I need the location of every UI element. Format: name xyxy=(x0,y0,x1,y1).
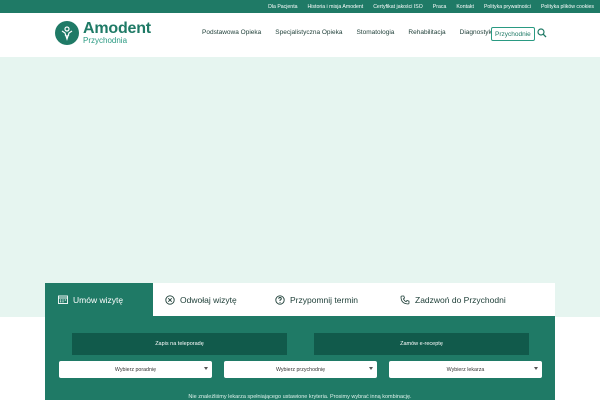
main-nav: Podstawowa Opieka Specjalistyczna Opieka… xyxy=(202,29,509,36)
nav-item-podstawowa-opieka[interactable]: Podstawowa Opieka xyxy=(202,29,261,36)
site-logo[interactable]: Amodent Przychodnia xyxy=(55,21,151,45)
tab-umow-wizyte[interactable]: Umów wizytę xyxy=(45,283,153,316)
poradnia-select[interactable]: Wybierz poradnię xyxy=(59,361,212,378)
hero-banner xyxy=(0,57,600,317)
tab-label: Odwołaj wizytę xyxy=(180,294,237,305)
search-icon[interactable] xyxy=(537,28,547,38)
phone-icon xyxy=(400,295,410,304)
logo-subtitle: Przychodnia xyxy=(83,36,128,45)
appointment-panel: Zapis na teleporadę Zamów e-receptę Wybi… xyxy=(45,316,555,400)
select-value: Wybierz przychodnię xyxy=(275,366,326,373)
tab-zadzwon[interactable]: Zadzwoń do Przychodni xyxy=(398,283,506,316)
lekarz-select[interactable]: Wybierz lekarza xyxy=(389,361,542,378)
erecepta-button[interactable]: Zamów e-receptę xyxy=(314,333,529,355)
question-circle-icon xyxy=(275,294,285,305)
select-value: Wybierz poradnię xyxy=(114,366,157,373)
teleporada-button[interactable]: Zapis na teleporadę xyxy=(72,333,287,355)
tab-label: Umów wizytę xyxy=(73,294,124,305)
tab-odwolaj-wizyte[interactable]: Odwołaj wizytę xyxy=(153,283,271,316)
przychodnie-button[interactable]: Przychodnie xyxy=(491,27,535,41)
chevron-down-icon xyxy=(204,367,208,370)
nav-item-stomatologia[interactable]: Stomatologia xyxy=(356,29,394,36)
no-results-notice: Nie znaleźliśmy lekarza spełniającego us… xyxy=(188,394,412,400)
chevron-down-icon xyxy=(369,367,373,370)
topbar-link-polityka-prywatnosci[interactable]: Polityka prywatności xyxy=(484,4,531,10)
topbar-link-praca[interactable]: Praca xyxy=(433,4,447,10)
site-header: Amodent Przychodnia Podstawowa Opieka Sp… xyxy=(0,13,600,57)
logo-mark-icon xyxy=(55,21,79,45)
cancel-circle-icon xyxy=(165,294,175,305)
appointment-tabs: Umów wizytę Odwołaj wizytę Przypomnij te… xyxy=(45,283,555,316)
tab-label: Przypomnij termin xyxy=(290,294,359,305)
przychodnia-select[interactable]: Wybierz przychodnię xyxy=(224,361,377,378)
topbar-link-certyfikat[interactable]: Certyfikat jakości ISO xyxy=(373,4,423,10)
logo-title: Amodent xyxy=(83,20,151,37)
topbar-link-historia[interactable]: Historia i misja Amodent xyxy=(308,4,364,10)
select-value: Wybierz lekarza xyxy=(446,366,485,373)
tab-label: Zadzwoń do Przychodni xyxy=(415,294,506,305)
topbar-link-kontakt[interactable]: Kontakt xyxy=(456,4,474,10)
chevron-down-icon xyxy=(534,367,538,370)
top-utility-bar: Dla Pacjenta Historia i misja Amodent Ce… xyxy=(0,0,600,13)
calendar-icon xyxy=(58,295,68,304)
nav-item-rehabilitacja[interactable]: Rehabilitacja xyxy=(408,29,445,36)
tab-przypomnij-termin[interactable]: Przypomnij termin xyxy=(271,283,398,316)
nav-item-specjalistyczna-opieka[interactable]: Specjalistyczna Opieka xyxy=(275,29,342,36)
topbar-link-polityka-cookies[interactable]: Polityka plików cookies xyxy=(541,4,594,10)
topbar-link-dla-pacjenta[interactable]: Dla Pacjenta xyxy=(268,4,297,10)
